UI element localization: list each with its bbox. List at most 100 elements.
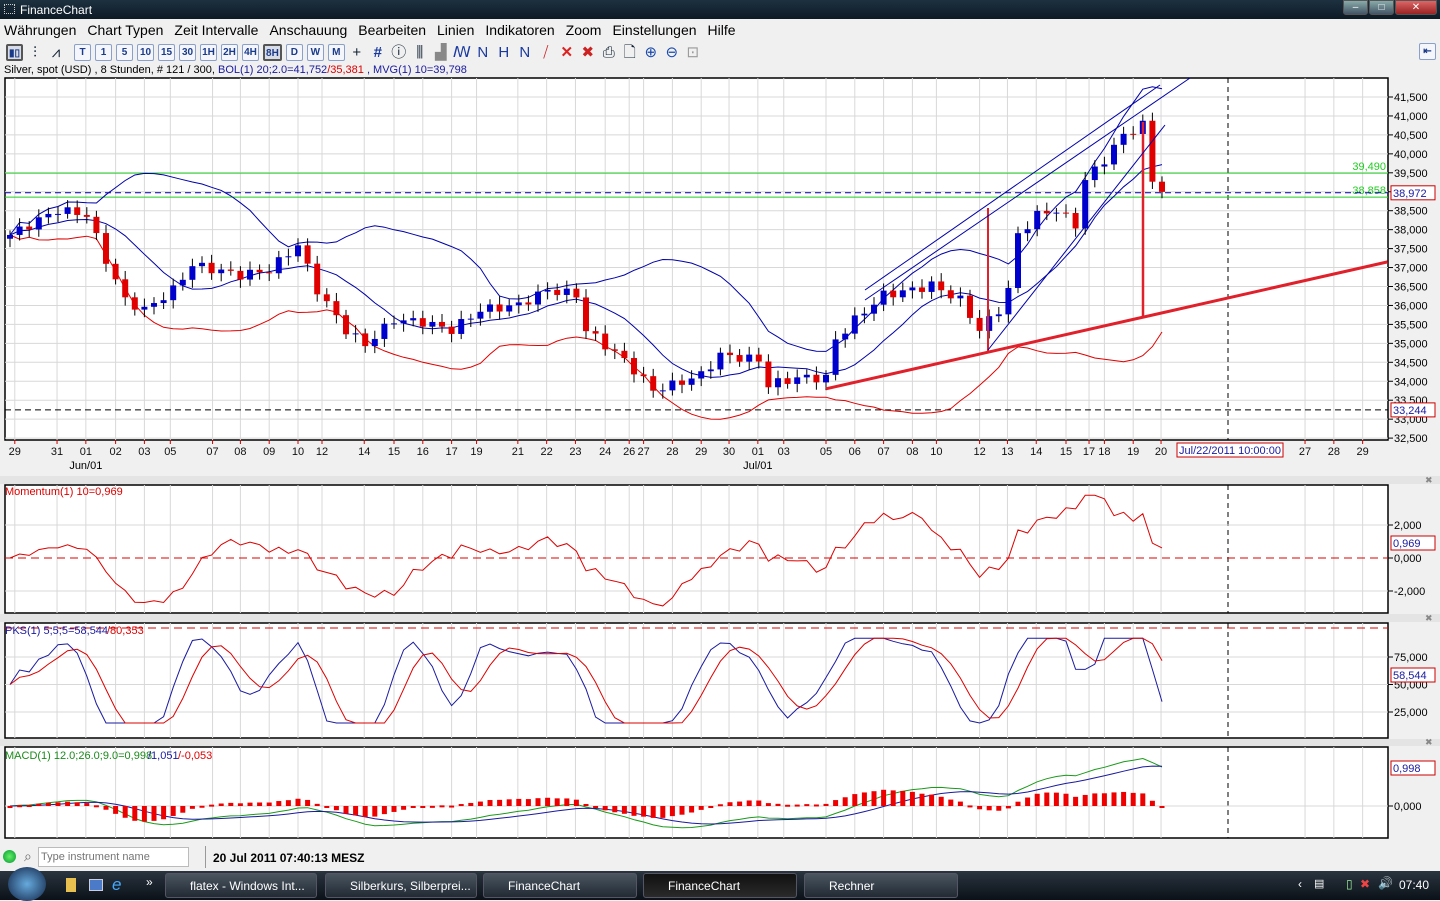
macd-histogram-bar <box>189 806 195 809</box>
candle <box>899 290 906 298</box>
x-tick-label: 07 <box>206 446 218 458</box>
clock[interactable]: 07:40 <box>1399 878 1429 892</box>
y-tick-label: 36,500 <box>1394 282 1428 294</box>
cursor-date: Jul/22/2011 10:00:00 <box>1179 445 1281 457</box>
candle <box>199 262 205 267</box>
y-tick-label: 39,500 <box>1394 168 1428 180</box>
taskbar-item[interactable]: FinanceChart <box>483 873 637 898</box>
macd-histogram-bar <box>593 806 599 808</box>
tray-expand-icon[interactable]: ‹ <box>1298 877 1302 891</box>
candle <box>429 321 436 327</box>
macd-histogram-bar <box>1073 796 1079 806</box>
x-tick-label: 07 <box>877 446 889 458</box>
candle <box>391 323 397 325</box>
explorer-icon[interactable] <box>66 878 76 892</box>
candle <box>371 338 378 347</box>
candle <box>784 378 791 384</box>
macd-histogram-bar <box>199 805 205 808</box>
taskbar-item[interactable]: Rechner <box>804 873 958 898</box>
macd-histogram-bar <box>276 801 282 806</box>
month-label: Jul/01 <box>743 460 772 472</box>
candle <box>707 369 714 372</box>
candle <box>160 300 167 304</box>
taskbar-item[interactable]: Silberkurs, Silberprei... <box>325 873 477 898</box>
x-tick-label: 21 <box>512 446 524 458</box>
macd-histogram-bar <box>7 806 13 808</box>
macd-histogram-bar <box>1015 801 1021 806</box>
show-desktop-icon[interactable] <box>89 879 103 891</box>
x-tick-label: 14 <box>358 446 370 458</box>
candle <box>496 304 503 312</box>
candle <box>746 354 753 362</box>
x-tick-label: 20 <box>1155 446 1167 458</box>
macd-histogram-bar <box>65 801 71 806</box>
start-button[interactable] <box>8 867 46 901</box>
macd-histogram-bar <box>717 804 723 807</box>
candle <box>506 305 513 312</box>
candle <box>93 216 100 234</box>
taskbar-item[interactable]: flatex - Windows Int... <box>165 873 317 898</box>
macd-histogram-bar <box>602 806 608 811</box>
macd-histogram-bar <box>957 801 963 806</box>
macd-histogram-bar <box>1101 793 1107 806</box>
network-tray-icon[interactable]: ▤ <box>1314 877 1324 890</box>
network-error-icon[interactable]: ✖ <box>1360 877 1370 891</box>
macd-histogram-bar <box>641 806 647 817</box>
candle <box>592 331 599 334</box>
x-tick-label: 16 <box>417 446 429 458</box>
macd-histogram-bar <box>650 806 656 818</box>
candle <box>218 269 225 274</box>
macd-histogram-bar <box>909 791 915 806</box>
chart-area[interactable]: ✖ ✖ ✖ 29 31 01 02 03 05 07 08 09 10 12 14 15 16 17 19 21 22 2… <box>0 0 1440 845</box>
macd-histogram-bar <box>391 806 397 812</box>
macd-histogram-bar <box>660 806 666 818</box>
candle <box>851 315 858 334</box>
candle <box>16 226 23 235</box>
candle <box>909 287 916 291</box>
x-tick-label: 27 <box>637 446 649 458</box>
macd-histogram-bar <box>535 798 541 806</box>
y-tick-label: 35,000 <box>1394 338 1428 350</box>
macd-hist-title: /-0,053 <box>178 750 212 762</box>
candle <box>631 358 637 375</box>
candle <box>727 352 733 356</box>
candle <box>256 269 263 273</box>
candle <box>275 257 282 274</box>
more-icon[interactable]: » <box>146 875 153 889</box>
y-tick-label: 0,000 <box>1394 801 1422 813</box>
macd-histogram-bar <box>1063 793 1069 806</box>
battery-tray-icon[interactable]: ▯ <box>1346 877 1353 891</box>
x-tick-label: 29 <box>1357 446 1369 458</box>
momentum-value: 0,969 <box>1393 538 1421 550</box>
x-tick-label: 09 <box>263 446 275 458</box>
candle <box>535 291 541 305</box>
macd-histogram-bar <box>362 806 368 817</box>
panel-close-icon: ✖ <box>1425 613 1433 623</box>
candle <box>419 318 426 327</box>
macd-histogram-bar <box>487 800 493 806</box>
volume-tray-icon[interactable]: 🔊 <box>1378 876 1393 890</box>
macd-histogram-bar <box>506 799 512 806</box>
candle <box>458 319 465 334</box>
macd-histogram-bar <box>103 806 109 810</box>
macd-histogram-bar <box>996 806 1002 811</box>
macd-histogram-bar <box>401 806 407 810</box>
macd-histogram-bar <box>439 805 445 808</box>
candle <box>227 269 234 271</box>
instrument-search-input[interactable] <box>38 847 189 867</box>
macd-histogram-bar <box>621 806 627 814</box>
ie-icon[interactable]: e <box>112 875 121 895</box>
y-tick-label: 32,500 <box>1394 433 1428 445</box>
candle <box>688 378 695 385</box>
macd-histogram-bar <box>122 806 128 818</box>
macd-histogram-bar <box>113 806 119 814</box>
macd-histogram-bar <box>967 805 973 808</box>
candle <box>640 374 647 377</box>
x-tick-label: 03 <box>778 446 790 458</box>
status-bar: ⌕ 20 Jul 2011 07:40:13 MESZ <box>0 846 1440 870</box>
macd-histogram-bar <box>631 806 637 816</box>
taskbar-item[interactable]: FinanceChart <box>643 873 797 898</box>
macd-histogram-bar <box>218 803 224 806</box>
candle <box>247 269 253 280</box>
candle <box>803 374 810 378</box>
